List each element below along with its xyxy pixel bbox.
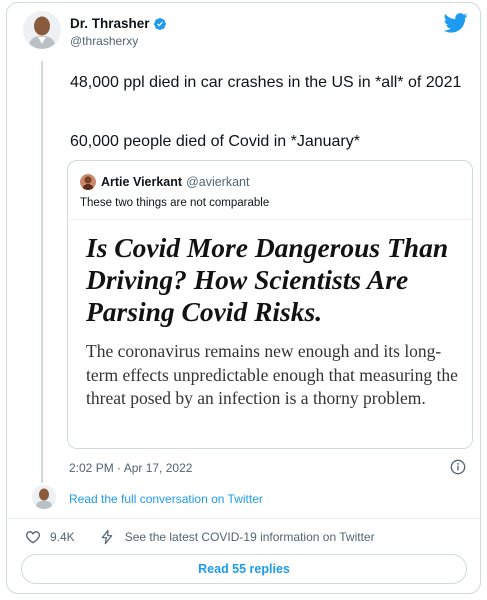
author-display-name[interactable]: Dr. Thrasher: [70, 16, 150, 31]
heart-icon[interactable]: [25, 529, 41, 545]
tweet-text-line-1: 48,000 ppl died in car crashes in the US…: [70, 74, 462, 91]
author-name-row[interactable]: Dr. Thrasher: [70, 16, 167, 31]
quoted-article-image: Is Covid More Dangerous Than Driving? Ho…: [68, 219, 472, 448]
author-handle[interactable]: @thrasherxy: [70, 34, 138, 48]
quoted-tweet-header: Artie Vierkant @avierkant: [80, 174, 249, 190]
like-action[interactable]: 9.4K: [25, 529, 99, 545]
quoted-author-handle: @avierkant: [186, 175, 250, 189]
article-headline: Is Covid More Dangerous Than Driving? Ho…: [86, 232, 449, 327]
article-subhead: The coronavirus remains new enough and i…: [86, 341, 458, 408]
quoted-tweet-text: These two things are not comparable: [80, 197, 270, 209]
read-replies-button[interactable]: Read 55 replies: [21, 554, 467, 584]
covid-info-text[interactable]: See the latest COVID-19 information on T…: [125, 530, 375, 544]
tweet-text-line-2: 60,000 people died of Covid in *January*: [70, 133, 360, 150]
quoted-author-avatar: [80, 174, 96, 190]
quoted-tweet[interactable]: Artie Vierkant @avierkant These two thin…: [67, 160, 473, 449]
tweet-timestamp[interactable]: 2:02 PM · Apr 17, 2022: [69, 461, 192, 475]
info-icon[interactable]: [450, 459, 466, 475]
quoted-author-name: Artie Vierkant: [101, 175, 183, 189]
thread-line: [41, 61, 43, 483]
like-count: 9.4K: [50, 530, 75, 544]
embedded-tweet-card: Dr. Thrasher @thrasherxy 48,000 ppl died…: [6, 2, 481, 594]
author-avatar[interactable]: [23, 11, 61, 49]
twitter-bird-icon[interactable]: [444, 13, 468, 33]
covid-info-link[interactable]: See the latest COVID-19 information on T…: [99, 529, 375, 545]
lightning-icon: [101, 529, 112, 545]
tweet-actions: 9.4K See the latest COVID-19 information…: [25, 529, 375, 545]
verified-badge-icon: [153, 17, 166, 30]
conversation-avatar[interactable]: [32, 485, 56, 509]
read-full-conversation-link[interactable]: Read the full conversation on Twitter: [69, 492, 263, 506]
divider: [7, 518, 480, 519]
